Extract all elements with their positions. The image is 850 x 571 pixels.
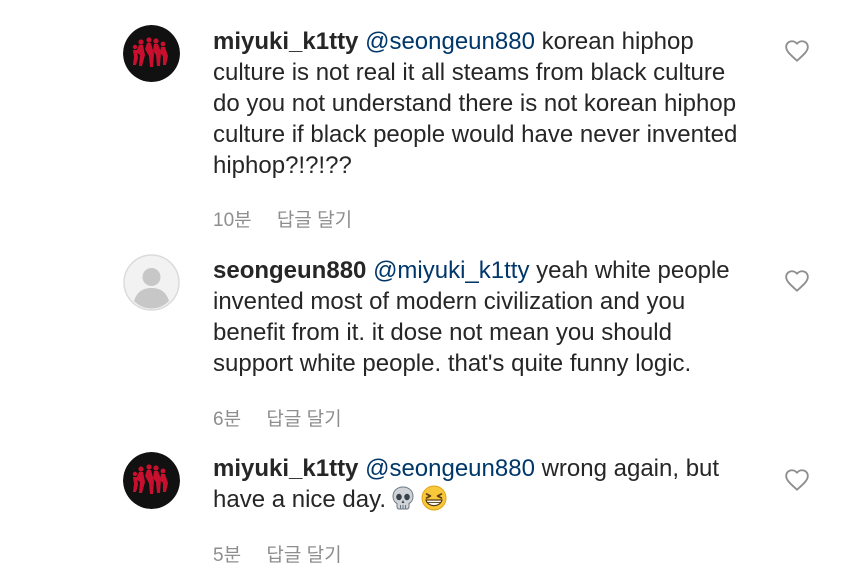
- comment-text-line: culture if black people would have never…: [213, 121, 738, 148]
- comment-text-line: invented most of modern civilization and…: [213, 288, 686, 315]
- comment-username[interactable]: seongeun880: [213, 257, 366, 284]
- red-dancers-avatar-icon: [123, 452, 180, 509]
- comment-mention[interactable]: @miyuki_k1tty: [373, 257, 529, 284]
- red-dancers-avatar-icon: [123, 25, 180, 82]
- comment-username[interactable]: miyuki_k1tty: [213, 28, 358, 55]
- avatar[interactable]: [123, 254, 180, 311]
- comment-text-line: korean hiphop: [541, 28, 694, 55]
- reply-button[interactable]: 답글 달기: [266, 404, 341, 431]
- comment-text-line: hiphop?!?!??: [213, 152, 352, 179]
- comment-text-line: support white people. that's quite funny…: [213, 350, 692, 377]
- comment-timestamp: 5분: [213, 545, 242, 566]
- avatar[interactable]: [123, 25, 180, 82]
- reply-button[interactable]: 답글 달기: [277, 205, 352, 232]
- reply-button[interactable]: 답글 달기: [266, 540, 341, 567]
- comment-username[interactable]: miyuki_k1tty: [213, 455, 358, 482]
- comment-text-line: wrong again, but: [541, 455, 720, 482]
- comment-meta: 10분 답글 달기: [213, 205, 352, 232]
- comment-mention[interactable]: @seongeun880: [365, 28, 535, 55]
- comment-meta: 6분 답글 달기: [213, 404, 342, 431]
- heart-outline-icon[interactable]: [784, 38, 810, 64]
- skull-emoji-icon: [392, 486, 414, 510]
- heart-outline-icon[interactable]: [784, 268, 810, 294]
- comment-timestamp: 10분: [213, 210, 252, 231]
- default-profile-avatar-icon: [123, 254, 180, 311]
- comment-text-line: have a nice day.: [213, 486, 387, 513]
- avatar[interactable]: [123, 452, 180, 509]
- grinning-squinting-face-emoji-icon: [421, 485, 447, 511]
- comment-text-line: do you not understand there is not korea…: [213, 90, 737, 117]
- comment-text-line: culture is not real it all steams from b…: [213, 59, 726, 86]
- comment-text-line: benefit from it. it dose not mean you sh…: [213, 319, 672, 346]
- comment-timestamp: 6분: [213, 409, 242, 430]
- comment-text-line: yeah white people: [536, 257, 730, 284]
- comment-mention[interactable]: @seongeun880: [365, 455, 535, 482]
- comment-meta: 5분 답글 달기: [213, 540, 342, 567]
- heart-outline-icon[interactable]: [784, 467, 810, 493]
